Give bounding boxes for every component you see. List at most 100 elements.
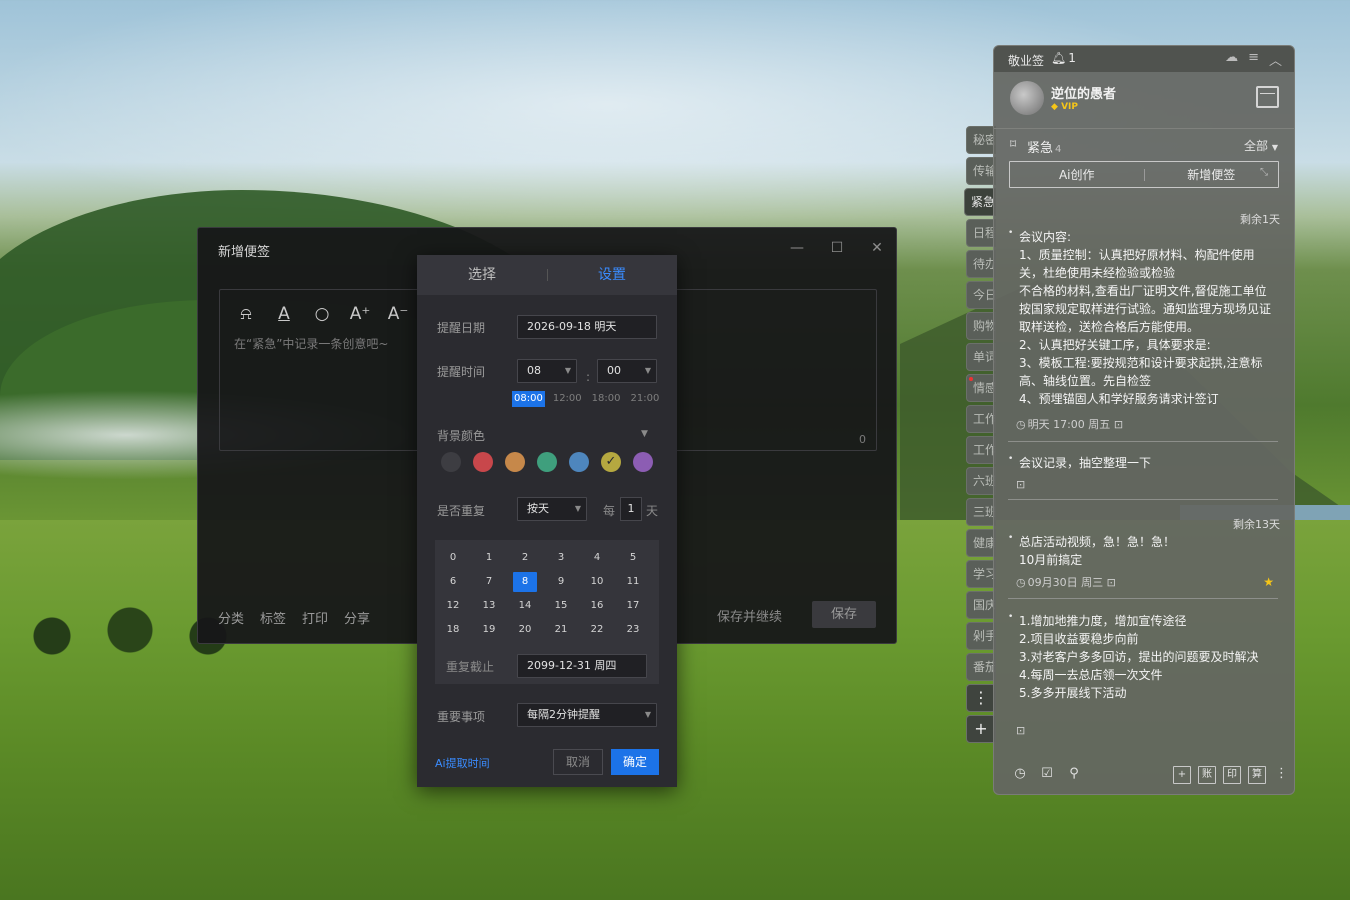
tab-select[interactable]: 选择 bbox=[417, 255, 547, 295]
color-swatch[interactable] bbox=[505, 452, 525, 472]
side-tab[interactable]: 国庆 bbox=[966, 591, 996, 619]
filter-dropdown[interactable]: 全部 ▼ bbox=[1244, 137, 1278, 154]
day-option[interactable]: 12 bbox=[441, 596, 465, 616]
color-swatch[interactable] bbox=[441, 452, 461, 472]
category-button[interactable]: 分类 bbox=[218, 608, 244, 627]
side-tab[interactable]: 健康 bbox=[966, 529, 996, 557]
side-tab[interactable]: 工作 bbox=[966, 405, 996, 433]
notification-bell[interactable]: 🔔︎ 1 bbox=[1051, 51, 1076, 65]
day-option[interactable]: 21 bbox=[549, 620, 573, 640]
color-swatch[interactable] bbox=[473, 452, 493, 472]
repeat-interval-input[interactable]: 1 bbox=[620, 497, 642, 521]
username[interactable]: 逆位的愚者 bbox=[1051, 83, 1116, 102]
side-tab[interactable]: 待办 bbox=[966, 250, 996, 278]
side-tab[interactable]: 日程 bbox=[966, 219, 996, 247]
search-icon[interactable]: ○ bbox=[310, 302, 334, 326]
add-category-button[interactable]: + bbox=[966, 715, 996, 743]
side-tab[interactable]: 六班 bbox=[966, 467, 996, 495]
repeat-until-field[interactable]: 2099-12-31 周四 bbox=[517, 654, 647, 678]
day-option[interactable]: 11 bbox=[621, 572, 645, 592]
reminder-date-field[interactable]: 2026-09-18 明天 bbox=[517, 315, 657, 339]
collapse-icon[interactable]: ︿ bbox=[1269, 50, 1282, 69]
clock-icon[interactable]: ◷ bbox=[1011, 766, 1029, 784]
save-button[interactable]: 保存 bbox=[812, 601, 876, 628]
day-option[interactable]: 1 bbox=[477, 548, 501, 568]
star-icon[interactable]: ★ bbox=[1263, 575, 1274, 589]
search-icon[interactable]: ⚲ bbox=[1065, 766, 1083, 784]
new-note-button[interactable]: 新增便签 bbox=[1145, 166, 1279, 183]
hour-select[interactable]: 08 ▼ bbox=[517, 359, 577, 383]
day-option[interactable]: 14 bbox=[513, 596, 537, 616]
avatar[interactable] bbox=[1010, 81, 1044, 115]
share-button[interactable]: 分享 bbox=[344, 608, 370, 627]
day-option[interactable]: 15 bbox=[549, 596, 573, 616]
quick-time-option[interactable]: 18:00 bbox=[590, 391, 623, 407]
quick-time-option[interactable]: 08:00 bbox=[512, 391, 545, 407]
text-color-icon[interactable]: A bbox=[272, 302, 296, 326]
expand-icon[interactable]: ⤡ bbox=[1260, 167, 1268, 178]
tab-settings[interactable]: 设置 bbox=[547, 255, 677, 295]
day-option[interactable]: 17 bbox=[621, 596, 645, 616]
font-decrease-icon[interactable]: A⁻ bbox=[386, 302, 410, 326]
minimize-icon[interactable]: — bbox=[786, 238, 808, 258]
day-option[interactable]: 8 bbox=[513, 572, 537, 592]
day-option[interactable]: 0 bbox=[441, 548, 465, 568]
chevron-down-icon[interactable]: ▼ bbox=[641, 429, 648, 439]
close-icon[interactable]: ✕ bbox=[866, 238, 888, 258]
editor-placeholder[interactable]: 在“紧急”中记录一条创意吧~ bbox=[234, 335, 389, 352]
tag-button[interactable]: 标签 bbox=[260, 608, 286, 627]
side-tab[interactable]: 番茄 bbox=[966, 653, 996, 681]
note-item[interactable]: • 总店活动视频，急！急！急！ 10月前搞定 bbox=[1008, 533, 1278, 573]
note-item[interactable]: • 会议内容: 1、质量控制：认真把好原材料、构配件使用关，杜绝使用未经检验或检… bbox=[1008, 228, 1278, 404]
day-option[interactable]: 2 bbox=[513, 548, 537, 568]
side-tab[interactable]: 剁手 bbox=[966, 622, 996, 650]
cancel-button[interactable]: 取消 bbox=[553, 749, 603, 775]
more-categories-button[interactable]: ⋮ bbox=[966, 684, 996, 712]
day-option[interactable]: 6 bbox=[441, 572, 465, 592]
side-tab[interactable]: 传输 bbox=[966, 157, 996, 185]
print-icon[interactable]: 印 bbox=[1223, 766, 1241, 784]
day-option[interactable]: 18 bbox=[441, 620, 465, 640]
calculator-icon[interactable]: 算 bbox=[1248, 766, 1266, 784]
more-icon[interactable]: ⋮ bbox=[1275, 766, 1288, 781]
font-increase-icon[interactable]: A⁺ bbox=[348, 302, 372, 326]
side-tab[interactable]: 学习 bbox=[966, 560, 996, 588]
menu-icon[interactable]: ≡ bbox=[1248, 50, 1259, 69]
day-option[interactable]: 23 bbox=[621, 620, 645, 640]
bell-icon[interactable]: ⍾ bbox=[234, 302, 258, 326]
day-option[interactable]: 13 bbox=[477, 596, 501, 616]
note-item[interactable]: • 1.增加地推力度，增加宣传途径 2.项目收益要稳步向前 3.对老客户多多回访… bbox=[1008, 612, 1278, 722]
account-icon[interactable]: 账 bbox=[1198, 766, 1216, 784]
maximize-icon[interactable]: ☐ bbox=[826, 238, 848, 258]
day-option[interactable]: 9 bbox=[549, 572, 573, 592]
side-tab[interactable]: 单词 bbox=[966, 343, 996, 371]
day-option[interactable]: 19 bbox=[477, 620, 501, 640]
side-tab[interactable]: 情感 bbox=[966, 374, 996, 402]
checklist-icon[interactable]: ☑ bbox=[1038, 766, 1056, 784]
important-select[interactable]: 每隔2分钟提醒 ▼ bbox=[517, 703, 657, 727]
minute-select[interactable]: 00 ▼ bbox=[597, 359, 657, 383]
day-option[interactable]: 5 bbox=[621, 548, 645, 568]
day-option[interactable]: 16 bbox=[585, 596, 609, 616]
day-option[interactable]: 22 bbox=[585, 620, 609, 640]
cloud-sync-icon[interactable]: ☁ bbox=[1225, 50, 1238, 69]
side-tab[interactable]: 秘密 bbox=[966, 126, 996, 154]
confirm-button[interactable]: 确定 bbox=[611, 749, 659, 775]
side-tab[interactable]: 今日 bbox=[966, 281, 996, 309]
save-continue-button[interactable]: 保存并继续 bbox=[717, 606, 782, 625]
day-option[interactable]: 20 bbox=[513, 620, 537, 640]
side-tab[interactable]: 三班 bbox=[966, 498, 996, 526]
add-icon[interactable]: + bbox=[1173, 766, 1191, 784]
side-tab[interactable]: 工作 bbox=[966, 436, 996, 464]
note-item[interactable]: • 会议记录，抽空整理一下 bbox=[1008, 454, 1278, 476]
day-option[interactable]: 3 bbox=[549, 548, 573, 568]
side-tab[interactable]: 紧急 bbox=[964, 188, 996, 216]
color-swatch[interactable]: ✓ bbox=[601, 452, 621, 472]
quick-time-option[interactable]: 12:00 bbox=[551, 391, 584, 407]
day-option[interactable]: 10 bbox=[585, 572, 609, 592]
repeat-mode-select[interactable]: 按天 ▼ bbox=[517, 497, 587, 521]
quick-time-option[interactable]: 21:00 bbox=[628, 391, 661, 407]
calendar-icon[interactable] bbox=[1256, 86, 1279, 108]
ai-extract-time-link[interactable]: Ai提取时间 bbox=[435, 755, 490, 771]
day-option[interactable]: 7 bbox=[477, 572, 501, 592]
